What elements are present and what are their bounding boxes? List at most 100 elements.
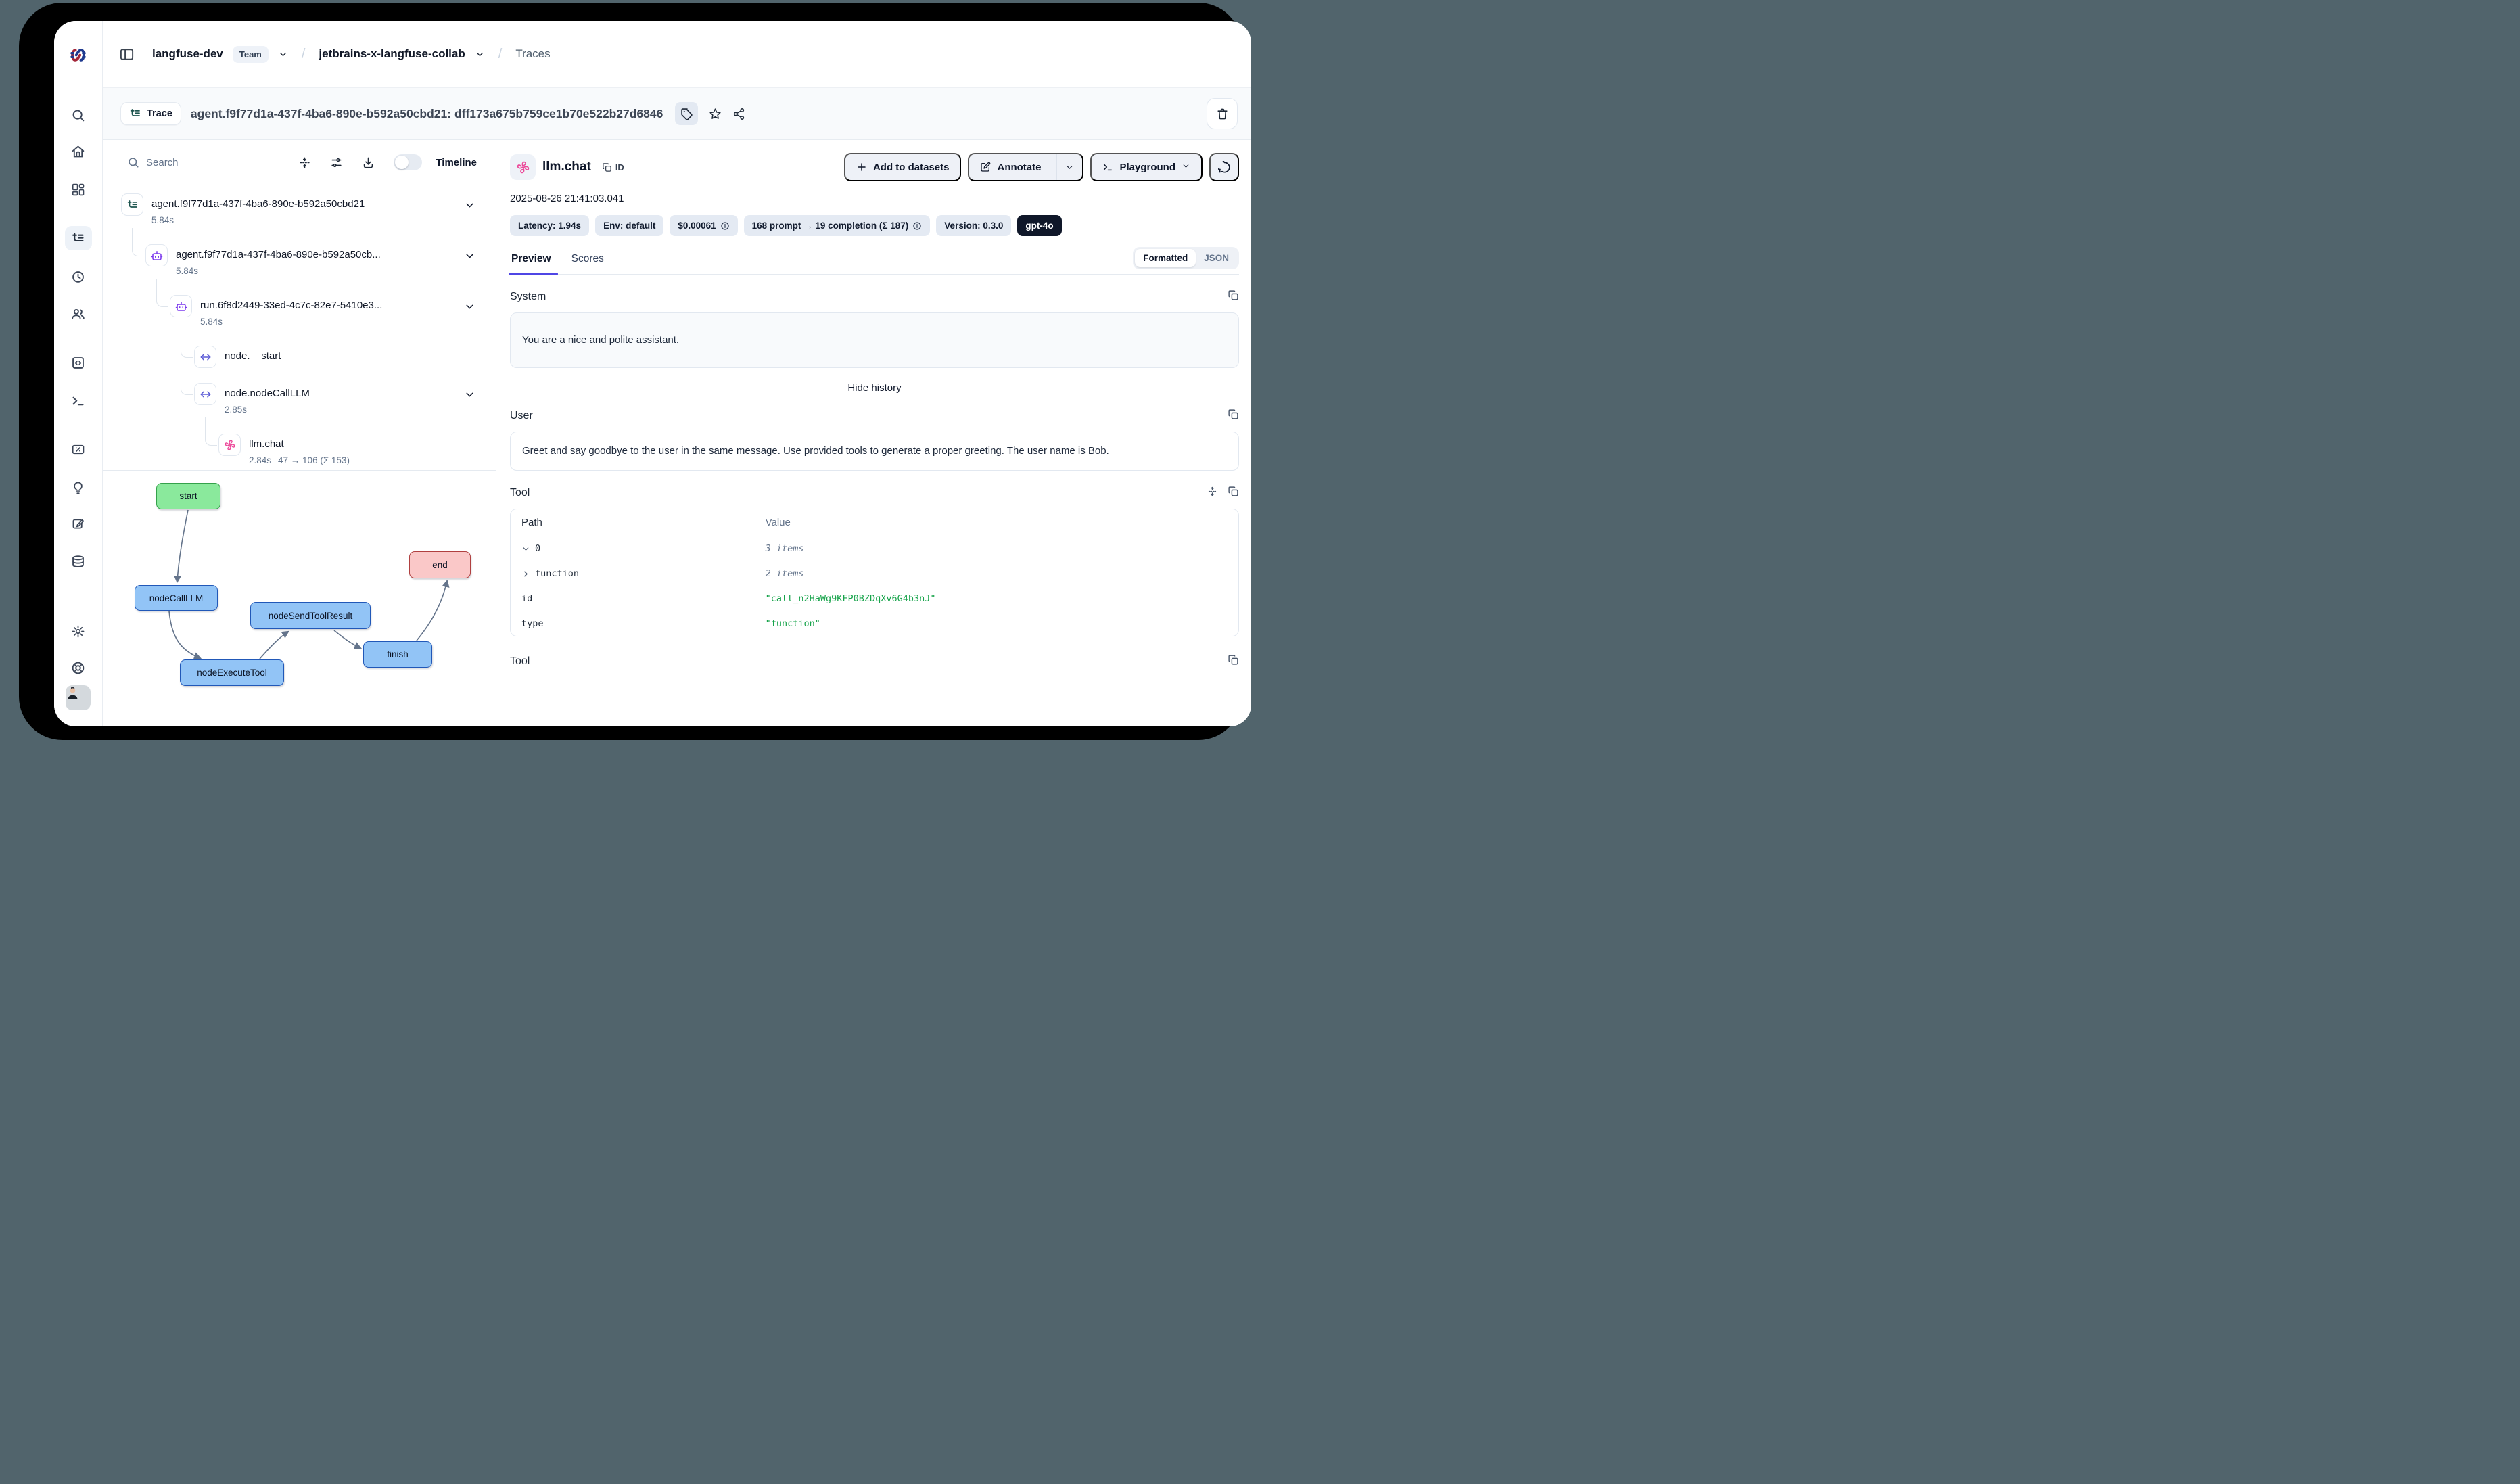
graph-node-callllm[interactable]: nodeCallLLM bbox=[135, 585, 218, 611]
latency-badge: Latency: 1.94s bbox=[510, 215, 589, 236]
agent-bot-icon bbox=[145, 244, 168, 266]
sidebar-settings-gear-icon[interactable] bbox=[65, 619, 92, 643]
tree-row-agent[interactable]: agent.f9f77d1a-437f-4ba6-890e-b592a50cb.… bbox=[103, 244, 496, 278]
agent-graph[interactable]: __start__ nodeCallLLM nodeSendToolResult… bbox=[103, 470, 496, 726]
panel-left-toggle-icon[interactable] bbox=[119, 47, 135, 62]
download-icon[interactable] bbox=[362, 156, 375, 169]
breadcrumb-separator: / bbox=[298, 47, 310, 62]
json-table-header: Path Value bbox=[511, 509, 1238, 536]
collapse-all-icon[interactable] bbox=[298, 156, 311, 169]
graph-node-end[interactable]: __end__ bbox=[409, 551, 471, 578]
chevron-down-icon bbox=[521, 544, 530, 553]
sidebar-users-icon[interactable] bbox=[65, 302, 92, 326]
sidebar-annotation-icon[interactable] bbox=[65, 511, 92, 536]
tree-row-node-start[interactable]: node.__start__ bbox=[103, 346, 496, 368]
annotate-chevron-down-icon[interactable] bbox=[1056, 154, 1082, 180]
observation-tree: agent.f9f77d1a-437f-4ba6-890e-b592a50cbd… bbox=[103, 184, 496, 467]
tree-row-run[interactable]: run.6f8d2449-33ed-4c7c-82e7-5410e3... 5.… bbox=[103, 295, 496, 329]
json-row-function[interactable]: function 2 items bbox=[511, 561, 1238, 586]
search-placeholder: Search bbox=[146, 157, 179, 168]
copy-icon bbox=[602, 162, 612, 172]
sidebar-home-icon[interactable] bbox=[65, 139, 92, 164]
search-icon bbox=[127, 156, 139, 168]
sidebar-prompts-icon[interactable] bbox=[65, 350, 92, 375]
star-icon[interactable] bbox=[709, 108, 722, 120]
tree-row-llm-chat[interactable]: llm.chat 2.84s47 → 106 (Σ 153) bbox=[103, 434, 496, 467]
search-input[interactable]: Search bbox=[127, 156, 279, 168]
sidebar-playground-terminal-icon[interactable] bbox=[65, 388, 92, 413]
copy-icon[interactable] bbox=[1228, 409, 1239, 423]
sidebar-lightbulb-icon[interactable] bbox=[65, 475, 92, 499]
message-bubble-icon bbox=[1218, 161, 1231, 174]
trash-icon bbox=[1216, 108, 1229, 120]
unfold-vertical-icon[interactable] bbox=[1207, 486, 1218, 501]
hide-history-link[interactable]: Hide history bbox=[510, 382, 1239, 394]
trace-type-badge: Trace bbox=[120, 102, 181, 125]
trace-tree-panel: Search Timeline agent.f9f77d1a-437f-4ba6… bbox=[103, 141, 496, 726]
chevron-down-icon[interactable] bbox=[464, 301, 475, 316]
cost-badge[interactable]: $0.00061 bbox=[670, 215, 737, 236]
window-frame: langfuse-dev Team / jetbrains-x-langfuse… bbox=[19, 3, 1242, 740]
chevron-down-icon[interactable] bbox=[464, 200, 475, 214]
span-icon bbox=[194, 346, 216, 368]
version-badge: Version: 0.3.0 bbox=[936, 215, 1011, 236]
delete-trace-button[interactable] bbox=[1207, 98, 1238, 129]
sidebar-search-icon[interactable] bbox=[65, 103, 92, 127]
sidebar-tracing-icon[interactable] bbox=[65, 226, 92, 250]
project-chevron-down-icon[interactable] bbox=[475, 49, 485, 60]
tool-json-table: Path Value 0 3 items function 2 items id… bbox=[510, 509, 1239, 636]
graph-node-start[interactable]: __start__ bbox=[156, 483, 220, 509]
span-icon bbox=[194, 383, 216, 405]
metrics-badges: Latency: 1.94s Env: default $0.00061 168… bbox=[510, 215, 1239, 236]
tab-preview[interactable]: Preview bbox=[510, 248, 553, 274]
terminal-icon bbox=[1102, 162, 1113, 172]
sidebar-evaluation-icon[interactable] bbox=[65, 437, 92, 461]
model-badge[interactable]: gpt-4o bbox=[1017, 215, 1061, 236]
json-row-id: id "call_n2HaWg9KFP0BZDqXv6G4b3nJ" bbox=[511, 586, 1238, 611]
add-to-datasets-button[interactable]: Add to datasets bbox=[844, 153, 962, 181]
sidebar-datasets-icon[interactable] bbox=[65, 549, 92, 574]
sidebar-dashboard-icon[interactable] bbox=[65, 177, 92, 202]
trace-tree-icon bbox=[129, 108, 141, 120]
breadcrumb-project[interactable]: jetbrains-x-langfuse-collab bbox=[319, 47, 465, 61]
chevron-down-icon[interactable] bbox=[464, 250, 475, 265]
copy-icon[interactable] bbox=[1228, 486, 1239, 501]
json-row-0[interactable]: 0 3 items bbox=[511, 536, 1238, 561]
comments-button[interactable] bbox=[1209, 153, 1239, 181]
sidebar-support-lifebuoy-icon[interactable] bbox=[65, 655, 92, 680]
org-plan-badge: Team bbox=[233, 46, 269, 63]
graph-node-sendtoolresult[interactable]: nodeSendToolResult bbox=[250, 602, 371, 629]
timeline-toggle[interactable] bbox=[394, 154, 422, 170]
user-message-box: Greet and say goodbye to the user in the… bbox=[510, 432, 1239, 471]
format-json[interactable]: JSON bbox=[1196, 249, 1237, 267]
env-badge: Env: default bbox=[595, 215, 663, 236]
tokens-badge[interactable]: 168 prompt → 19 completion (Σ 187) bbox=[744, 215, 931, 236]
copy-icon[interactable] bbox=[1228, 654, 1239, 669]
pen-square-icon bbox=[980, 162, 991, 172]
tree-row-trace[interactable]: agent.f9f77d1a-437f-4ba6-890e-b592a50cbd… bbox=[103, 193, 496, 227]
playground-button[interactable]: Playground bbox=[1090, 153, 1203, 181]
annotate-button[interactable]: Annotate bbox=[968, 153, 1083, 181]
plus-icon bbox=[856, 162, 867, 172]
graph-node-executetool[interactable]: nodeExecuteTool bbox=[180, 659, 284, 686]
copy-id-button[interactable]: ID bbox=[602, 162, 624, 172]
chevron-down-icon[interactable] bbox=[464, 389, 475, 404]
sidebar-sessions-clock-icon[interactable] bbox=[65, 264, 92, 289]
user-avatar[interactable] bbox=[65, 685, 92, 710]
copy-icon[interactable] bbox=[1228, 289, 1239, 304]
top-bar: langfuse-dev Team / jetbrains-x-langfuse… bbox=[103, 21, 1251, 88]
tree-settings-sliders-icon[interactable] bbox=[330, 156, 343, 169]
tag-icon[interactable] bbox=[675, 102, 698, 125]
graph-node-finish[interactable]: __finish__ bbox=[363, 641, 432, 668]
sidebar-rail bbox=[54, 21, 103, 726]
org-chevron-down-icon[interactable] bbox=[278, 49, 288, 60]
tab-scores[interactable]: Scores bbox=[570, 248, 605, 274]
format-formatted[interactable]: Formatted bbox=[1135, 249, 1196, 267]
tree-row-node-callllm[interactable]: node.nodeCallLLM 2.85s bbox=[103, 383, 496, 417]
trace-tree-icon bbox=[121, 193, 143, 216]
breadcrumb-section[interactable]: Traces bbox=[515, 47, 550, 61]
generation-icon bbox=[510, 154, 536, 180]
breadcrumb-org[interactable]: langfuse-dev bbox=[152, 47, 223, 61]
share-icon[interactable] bbox=[732, 108, 745, 120]
format-toggle[interactable]: Formatted JSON bbox=[1133, 247, 1239, 269]
